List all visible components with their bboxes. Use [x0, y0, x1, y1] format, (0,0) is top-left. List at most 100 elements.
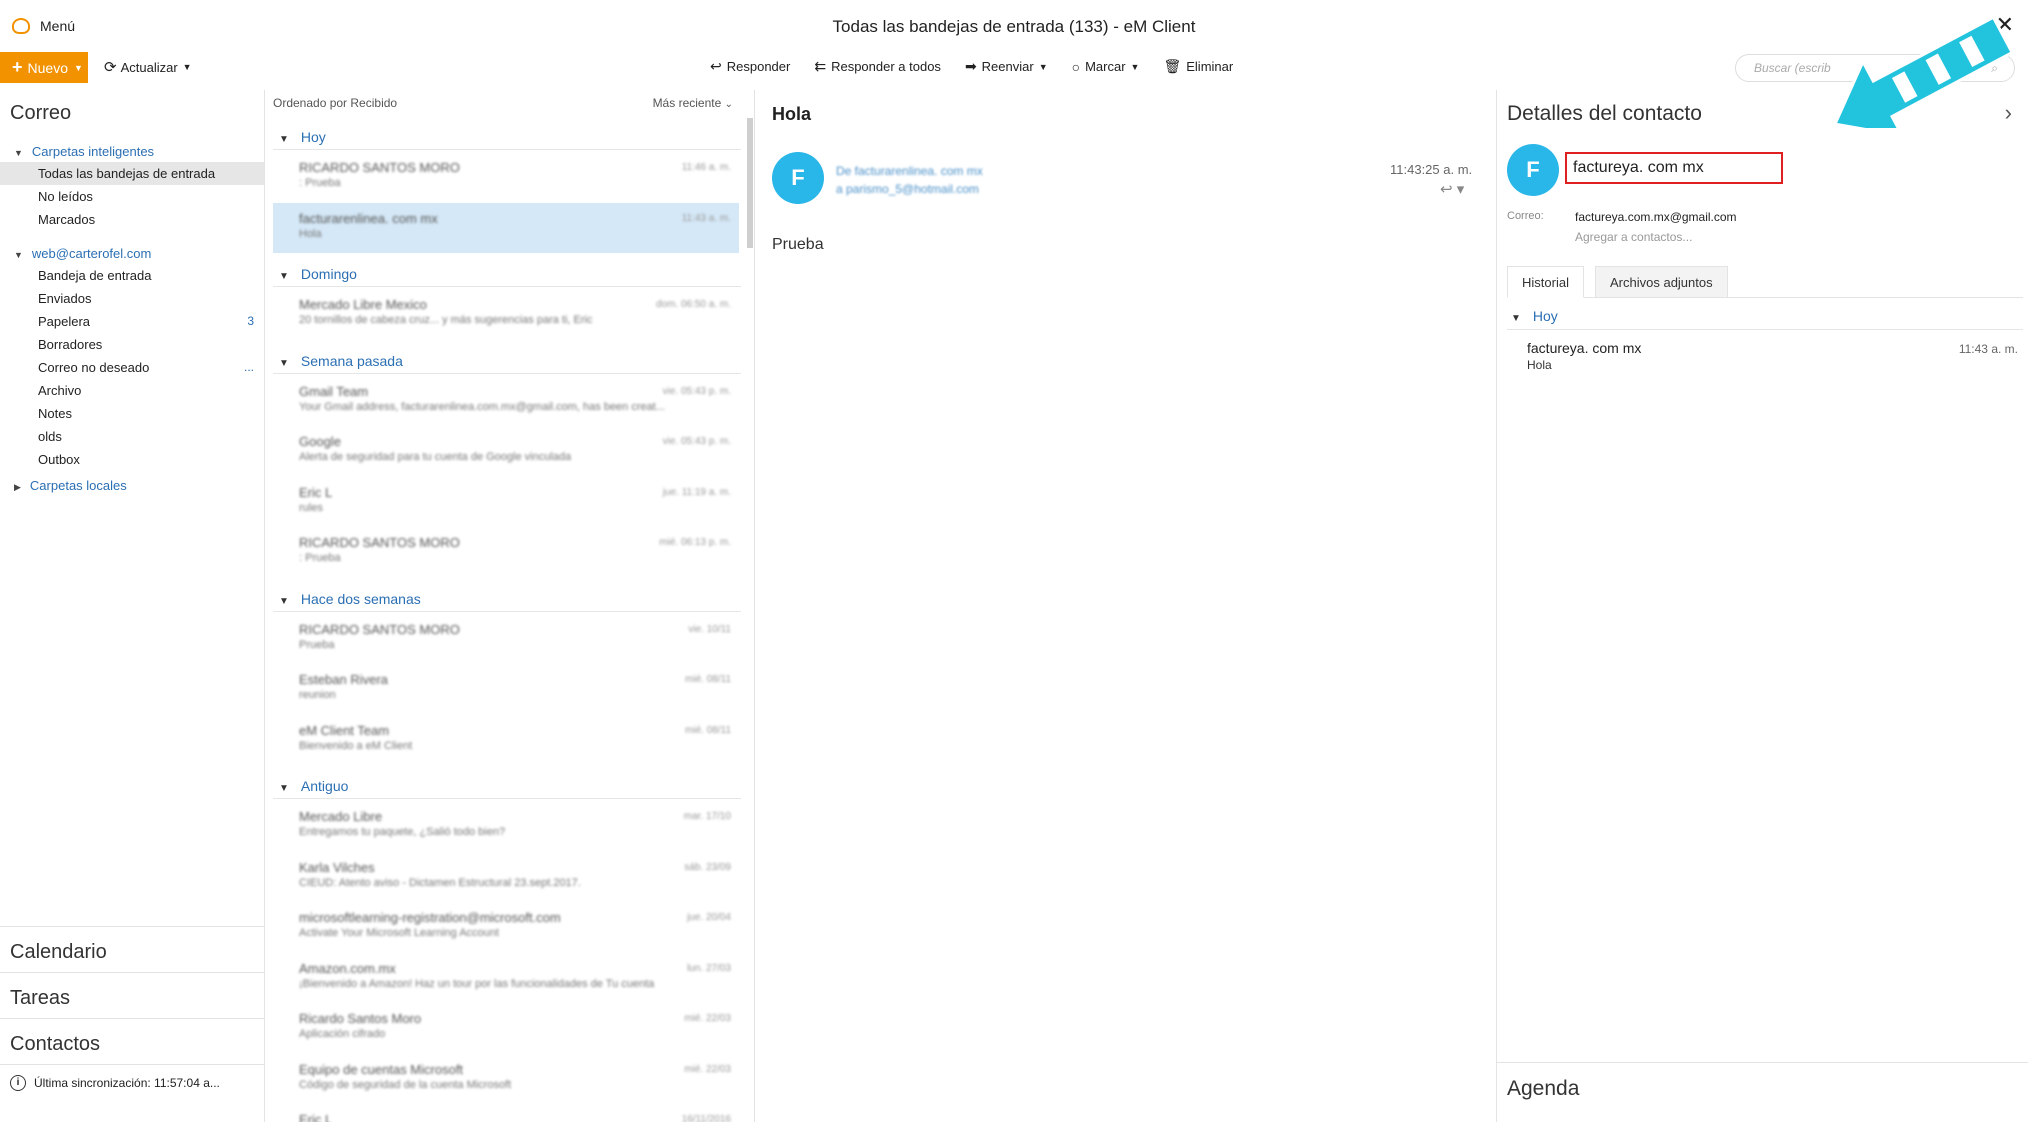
sort-order-dropdown[interactable]: Más reciente ⌄ — [653, 96, 733, 110]
folder-flagged[interactable]: Marcados — [0, 208, 264, 231]
group-header[interactable]: ▼ Antiguo — [273, 773, 741, 799]
message-date: sáb. 23/09 — [684, 861, 731, 873]
add-to-contacts-link[interactable]: Agregar a contactos... — [1575, 230, 1692, 244]
folder-label: olds — [38, 429, 62, 444]
folder-label: Archivo — [38, 383, 82, 398]
sender-avatar[interactable]: F — [772, 152, 824, 204]
message-date: mié. 08/11 — [685, 724, 731, 736]
collapsed-triangle-icon: ▶ — [14, 482, 21, 492]
nav-tasks[interactable]: Tareas — [0, 972, 264, 1018]
contact-email[interactable]: factureya.com.mx@gmail.com — [1575, 210, 1737, 224]
folder-all-inboxes[interactable]: Todas las bandejas de entrada — [0, 162, 264, 185]
account-header[interactable]: ▼ web@carterofel.com — [14, 246, 151, 261]
nav-calendar[interactable]: Calendario — [0, 926, 264, 972]
folder-archive[interactable]: Archivo — [0, 379, 264, 402]
expanded-triangle-icon: ▼ — [279, 134, 289, 145]
folder-trash[interactable]: Papelera 3 — [0, 310, 264, 333]
group-header[interactable]: ▼ Semana pasada — [273, 348, 741, 374]
message-row[interactable]: Eric L 16/11/2016 — [273, 1104, 739, 1122]
agenda-section[interactable]: Agenda — [1497, 1062, 2028, 1122]
message-row[interactable]: Karla Vilches CIEUD: Atento aviso - Dicta… — [273, 852, 739, 902]
message-preview: Aplicación cifrado — [299, 1028, 386, 1040]
message-date: 11:46 a. m. — [681, 162, 731, 173]
chevron-down-icon: ▼ — [1130, 61, 1140, 72]
smart-folders-header[interactable]: ▼ Carpetas inteligentes — [14, 144, 154, 159]
message-row[interactable]: Gmail Team Your Gmail address, facturaren… — [273, 376, 739, 426]
mark-button[interactable]: ○ Marcar ▼ — [1072, 58, 1140, 75]
message-row[interactable]: RICARDO SANTOS MORO Prueba vie. 10/11 — [273, 614, 739, 664]
folder-inbox[interactable]: Bandeja de entrada — [0, 264, 264, 287]
group-header[interactable]: ▼ Domingo — [273, 261, 741, 287]
folder-label: Enviados — [38, 291, 92, 306]
folder-label: Correo no deseado — [38, 360, 150, 375]
message-sender: Equipo de cuentas Microsoft — [299, 1061, 464, 1077]
message-date: vie. 10/11 — [688, 623, 731, 635]
message-preview: : Prueba — [299, 177, 341, 189]
expanded-triangle-icon: ▼ — [279, 783, 289, 794]
message-date: 11:43 a. m. — [681, 212, 731, 224]
message-preview: Código de seguridad de la cuenta Microso… — [299, 1078, 512, 1091]
folder-olds[interactable]: olds — [0, 425, 264, 448]
smart-folders-label: Carpetas inteligentes — [31, 144, 155, 159]
nav-contacts[interactable]: Contactos — [0, 1018, 264, 1064]
reply-button[interactable]: ↩ Responder — [710, 58, 790, 75]
message-row[interactable]: Eric Lrules jue. 11:19 a. m. — [273, 477, 739, 527]
update-button[interactable]: ⟳ Actualizar ▼ — [104, 58, 192, 76]
message-row[interactable]: Google Alerta de seguridad para tu cuenta… — [273, 426, 739, 476]
message-actions: ↩ Responder ⇇ Responder a todos ➡ Reenvi… — [710, 58, 1233, 75]
window-title: Todas las bandejas de entrada (133) - eM… — [832, 17, 1196, 36]
message-subject: Hola — [772, 104, 812, 124]
message-date: lun. 27/03 — [687, 962, 731, 974]
message-row[interactable]: facturarenlinea. com mx Hola 11:43 a. m. — [273, 202, 739, 253]
message-date: mar. 17/10 — [683, 811, 731, 822]
group-label: Hoy — [300, 129, 326, 145]
expanded-triangle-icon: ▼ — [1511, 313, 1521, 324]
unread-count-badge: 3 — [247, 314, 254, 328]
group-header[interactable]: ▼ Hace dos semanas — [273, 586, 741, 612]
message-row[interactable]: eM Client Team Bienvenido a eM Client mié.… — [273, 715, 739, 765]
message-row[interactable]: Esteban Rivera reunion mié. 08/11 — [273, 664, 739, 714]
message-row[interactable]: microsoftlearning-registration@microsoft… — [273, 902, 739, 952]
message-preview: Prueba — [299, 638, 335, 651]
sort-by-label[interactable]: Ordenado por Recibido — [273, 96, 397, 110]
folder-unread[interactable]: No leídos — [0, 185, 264, 208]
message-list: Ordenado por Recibido Más reciente ⌄ ▼ Ho… — [265, 90, 755, 1122]
forward-icon: ➡ — [964, 58, 977, 74]
contact-name[interactable]: factureya. com mx — [1565, 152, 1783, 184]
reply-icon[interactable]: ↩ ▾ — [1440, 180, 1464, 198]
scrollbar[interactable] — [747, 118, 753, 248]
message-row[interactable]: Mercado Libre Entregamos tu paquete, ¿Sal… — [273, 801, 739, 851]
message-date: vie. 05:43 p. m. — [662, 385, 731, 397]
message-row[interactable]: Amazon.com.mx ¡Bienvenido a Amazon! Haz u… — [273, 953, 739, 1003]
history-group-header[interactable]: ▼ Hoy — [1507, 308, 2023, 330]
folder-notes[interactable]: Notes — [0, 402, 264, 425]
tab-attachments[interactable]: Archivos adjuntos — [1595, 266, 1728, 298]
message-sender: RICARDO SANTOS MORO — [299, 621, 460, 637]
forward-button[interactable]: ➡ Reenviar ▼ — [965, 58, 1048, 75]
sender-info[interactable]: De facturarenlinea. com mx a parismo_5@h… — [836, 162, 983, 198]
message-row[interactable]: Ricardo Santos Moro Aplicación cifrado mié… — [273, 1003, 739, 1053]
new-button[interactable]: + Nuevo ▼ — [0, 52, 88, 83]
title-bar: Menú Todas las bandejas de entrada (133)… — [0, 0, 2028, 52]
folder-drafts[interactable]: Borradores — [0, 333, 264, 356]
history-item-sender[interactable]: factureya. com mx — [1527, 340, 1641, 356]
message-row[interactable]: Equipo de cuentas Microsoft Código de seg… — [273, 1054, 739, 1104]
mail-section-title[interactable]: Correo — [10, 102, 71, 125]
local-folders-header[interactable]: ▶ Carpetas locales — [14, 478, 127, 493]
folder-junk[interactable]: Correo no deseado... — [0, 356, 264, 379]
plus-icon: + — [12, 57, 23, 77]
message-row[interactable]: RICARDO SANTOS MORO: Prueba 11:46 a. m. — [273, 152, 739, 202]
account-label: web@carterofel.com — [31, 246, 152, 261]
reply-all-button[interactable]: ⇇ Responder a todos — [814, 58, 941, 75]
expanded-triangle-icon: ▼ — [279, 357, 289, 369]
history-item-subject[interactable]: Hola — [1527, 358, 1552, 372]
contact-details-pane: Detalles del contacto › F factureya. com… — [1496, 90, 2028, 1122]
message-row[interactable]: RICARDO SANTOS MORO: Prueba mié. 06:13 p.… — [273, 527, 739, 577]
delete-button[interactable]: 🗑 Eliminar — [1163, 58, 1233, 75]
tab-history[interactable]: Historial — [1507, 266, 1584, 298]
message-row[interactable]: Mercado Libre Mexico 20 tornillos de cabe… — [273, 289, 739, 339]
folder-outbox[interactable]: Outbox — [0, 448, 264, 471]
folder-sent[interactable]: Enviados — [0, 287, 264, 310]
group-header[interactable]: ▼ Hoy — [273, 124, 741, 150]
history-item-time: 11:43 a. m. — [1958, 342, 2018, 356]
